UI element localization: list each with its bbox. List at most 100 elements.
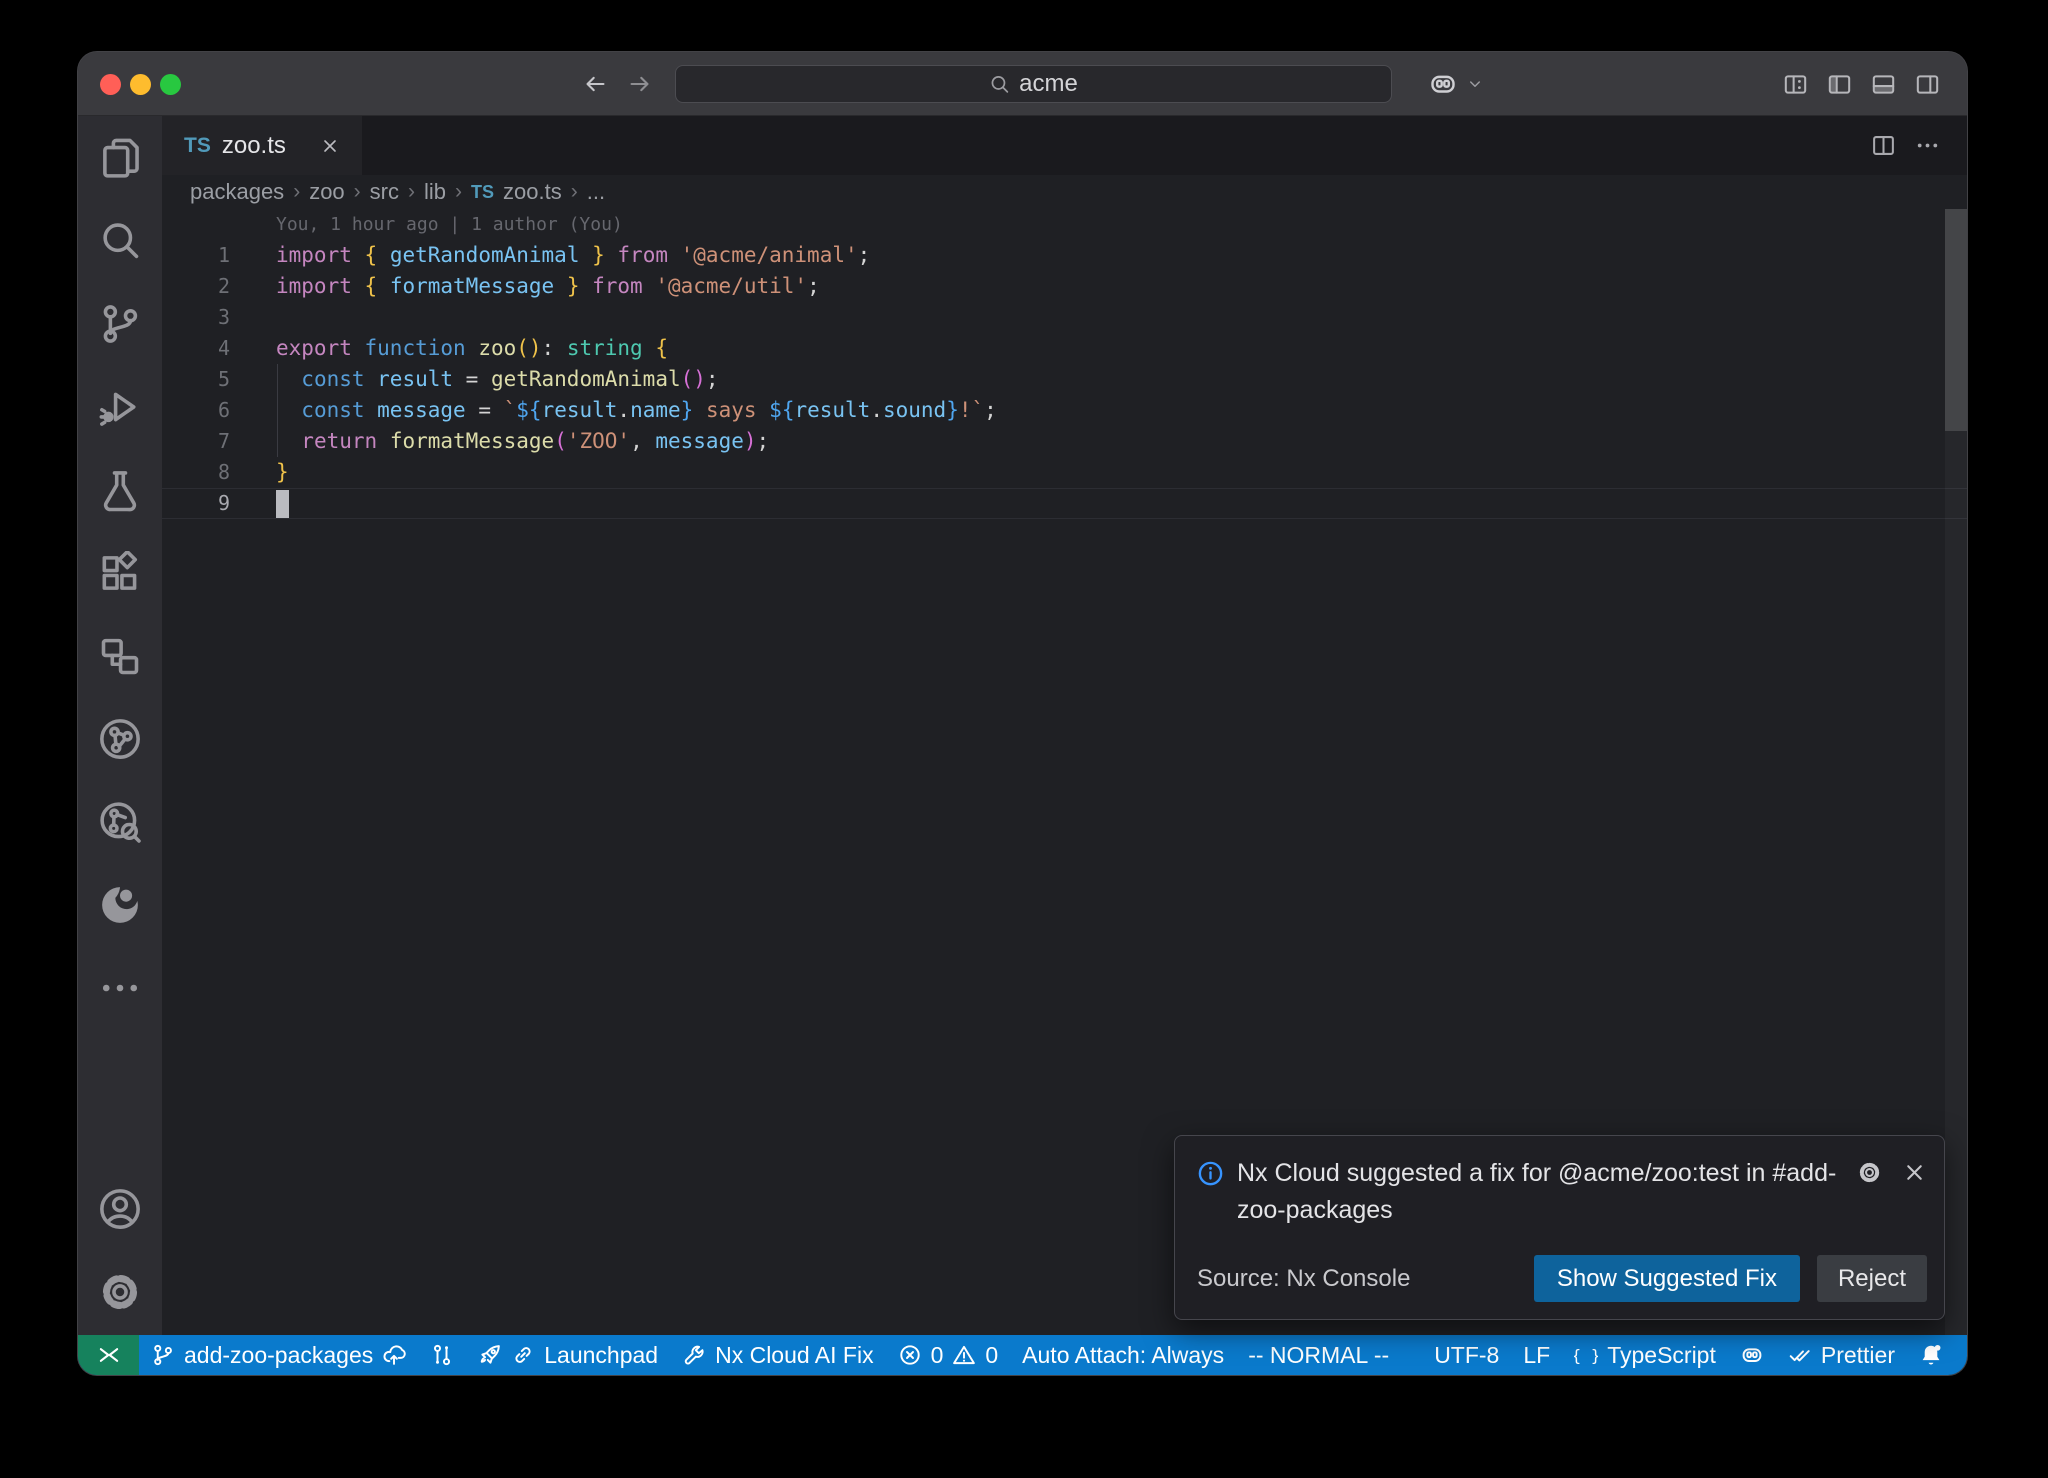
status-left: add-zoo-packages Launchpad Nx Cloud AI Fix… [139,1335,1401,1375]
close-window-button[interactable] [100,74,121,95]
status-language[interactable]: { } TypeScript [1562,1335,1728,1375]
show-suggested-fix-button[interactable]: Show Suggested Fix [1534,1255,1800,1302]
svg-text:{ }: { } [1574,1346,1598,1365]
code-line-7: 7 return formatMessage('ZOO', message); [162,426,1967,457]
breadcrumb-item[interactable]: lib [424,179,446,205]
status-label: add-zoo-packages [184,1342,373,1369]
close-tab-icon[interactable] [320,136,340,156]
status-label: TypeScript [1607,1342,1716,1369]
brackets-icon: { } [1574,1343,1598,1367]
extensions-icon [98,551,142,595]
minimize-window-button[interactable] [130,74,151,95]
status-vim-mode[interactable]: -- NORMAL -- [1236,1335,1401,1375]
activity-item-account[interactable] [78,1167,162,1250]
code-text: export function zoo(): string { [230,333,668,364]
layout-icon[interactable] [1783,72,1808,97]
split-editor-icon[interactable] [1871,133,1896,158]
code-text: const message = `${result.name} says ${r… [230,395,997,426]
zoom-window-button[interactable] [160,74,181,95]
code-line-8: 8} [162,457,1967,488]
linked-squares-icon [98,634,142,678]
command-center-search[interactable]: acme [675,65,1392,103]
tab-zoo-ts[interactable]: TS zoo.ts [162,116,362,175]
double-check-icon [1788,1343,1812,1367]
activity-item-run-debug[interactable] [78,365,162,448]
status-label: 0 [931,1342,944,1369]
breadcrumb-file[interactable]: zoo.ts [503,179,562,205]
status-auto-attach[interactable]: Auto Attach: Always [1010,1335,1236,1375]
panel-right-icon[interactable] [1915,72,1940,97]
edge-icon [98,883,142,927]
status-notifications-bell[interactable] [1907,1335,1955,1375]
panel-left-icon[interactable] [1827,72,1852,97]
activity-bar [78,116,162,1335]
line-number: 2 [162,271,230,302]
notification-source: Source: Nx Console [1197,1265,1410,1293]
notification-settings-gear-icon[interactable] [1857,1160,1882,1185]
panel-bottom-icon[interactable] [1871,72,1896,97]
breadcrumb-item[interactable]: packages [190,179,284,205]
status-graph[interactable] [418,1335,466,1375]
activity-item-extensions[interactable] [78,531,162,614]
status-formatter[interactable]: Prettier [1776,1335,1907,1375]
breadcrumb-overflow[interactable]: ... [587,179,605,205]
title-bar: acme [78,52,1967,116]
copilot-icon [1740,1343,1764,1367]
line-number: 3 [162,302,230,333]
line-number: 5 [162,364,230,395]
testing-icon [98,468,142,512]
activity-item-files[interactable] [78,116,162,199]
navigate-forward-icon[interactable] [627,71,653,97]
breadcrumb-separator: › [455,180,462,204]
activity-item-search[interactable] [78,199,162,282]
reject-button[interactable]: Reject [1817,1255,1927,1302]
activity-item-settings[interactable] [78,1250,162,1333]
status-remote-indicator[interactable] [78,1335,139,1375]
activity-item-edge[interactable] [78,863,162,946]
notification-header: Nx Cloud suggested a fix for @acme/zoo:t… [1197,1155,1859,1229]
code-line-6: 6 const message = `${result.name} says $… [162,395,1967,426]
scrollbar-track[interactable] [1945,209,1967,1335]
source-control-icon [98,302,142,346]
error-icon [898,1343,922,1367]
activity-item-testing[interactable] [78,448,162,531]
more-icon[interactable] [1915,133,1940,158]
activity-item-circle-graph-search[interactable] [78,780,162,863]
status-bar: add-zoo-packages Launchpad Nx Cloud AI Fix… [78,1335,1967,1375]
activity-item-circle-graph[interactable] [78,697,162,780]
layout-controls [1783,52,1940,116]
status-right: UTF-8LF { } TypeScript Prettier [1422,1335,1967,1375]
notification-toast: Nx Cloud suggested a fix for @acme/zoo:t… [1174,1135,1945,1320]
warning-icon [952,1343,976,1367]
search-icon [98,219,142,263]
activity-item-source-control[interactable] [78,282,162,365]
status-label: Nx Cloud AI Fix [715,1342,874,1369]
status-launchpad[interactable]: Launchpad [466,1335,670,1375]
activity-item-linked-squares[interactable] [78,614,162,697]
search-icon [989,74,1010,95]
line-number: 4 [162,333,230,364]
status-branch[interactable]: add-zoo-packages [139,1335,418,1375]
notification-close-icon[interactable] [1902,1160,1927,1185]
more-icon [98,966,142,1010]
scrollbar-thumb[interactable] [1945,209,1967,431]
breadcrumb-item[interactable]: src [370,179,399,205]
copilot-menu[interactable] [1428,52,1484,116]
code-line-1: 1import { getRandomAnimal } from '@acme/… [162,240,1967,271]
status-label: -- NORMAL -- [1248,1342,1389,1369]
status-problems[interactable]: 00 [886,1335,1011,1375]
status-encoding[interactable]: UTF-8 [1422,1335,1511,1375]
status-nx-cloud-ai-fix[interactable]: Nx Cloud AI Fix [670,1335,886,1375]
status-eol[interactable]: LF [1511,1335,1562,1375]
run-debug-icon [98,385,142,429]
current-line-highlight [162,488,1967,519]
chevron-down-icon [1466,75,1484,93]
breadcrumb: packages›zoo›src›lib›TSzoo.ts›... [162,175,1967,209]
status-copilot-status[interactable] [1728,1335,1776,1375]
remote-icon [96,1342,122,1368]
navigate-back-icon[interactable] [582,71,608,97]
breadcrumb-item[interactable]: zoo [309,179,344,205]
typescript-file-icon: TS [471,182,494,203]
rocket-icon [478,1343,502,1367]
activity-item-more[interactable] [78,946,162,1029]
